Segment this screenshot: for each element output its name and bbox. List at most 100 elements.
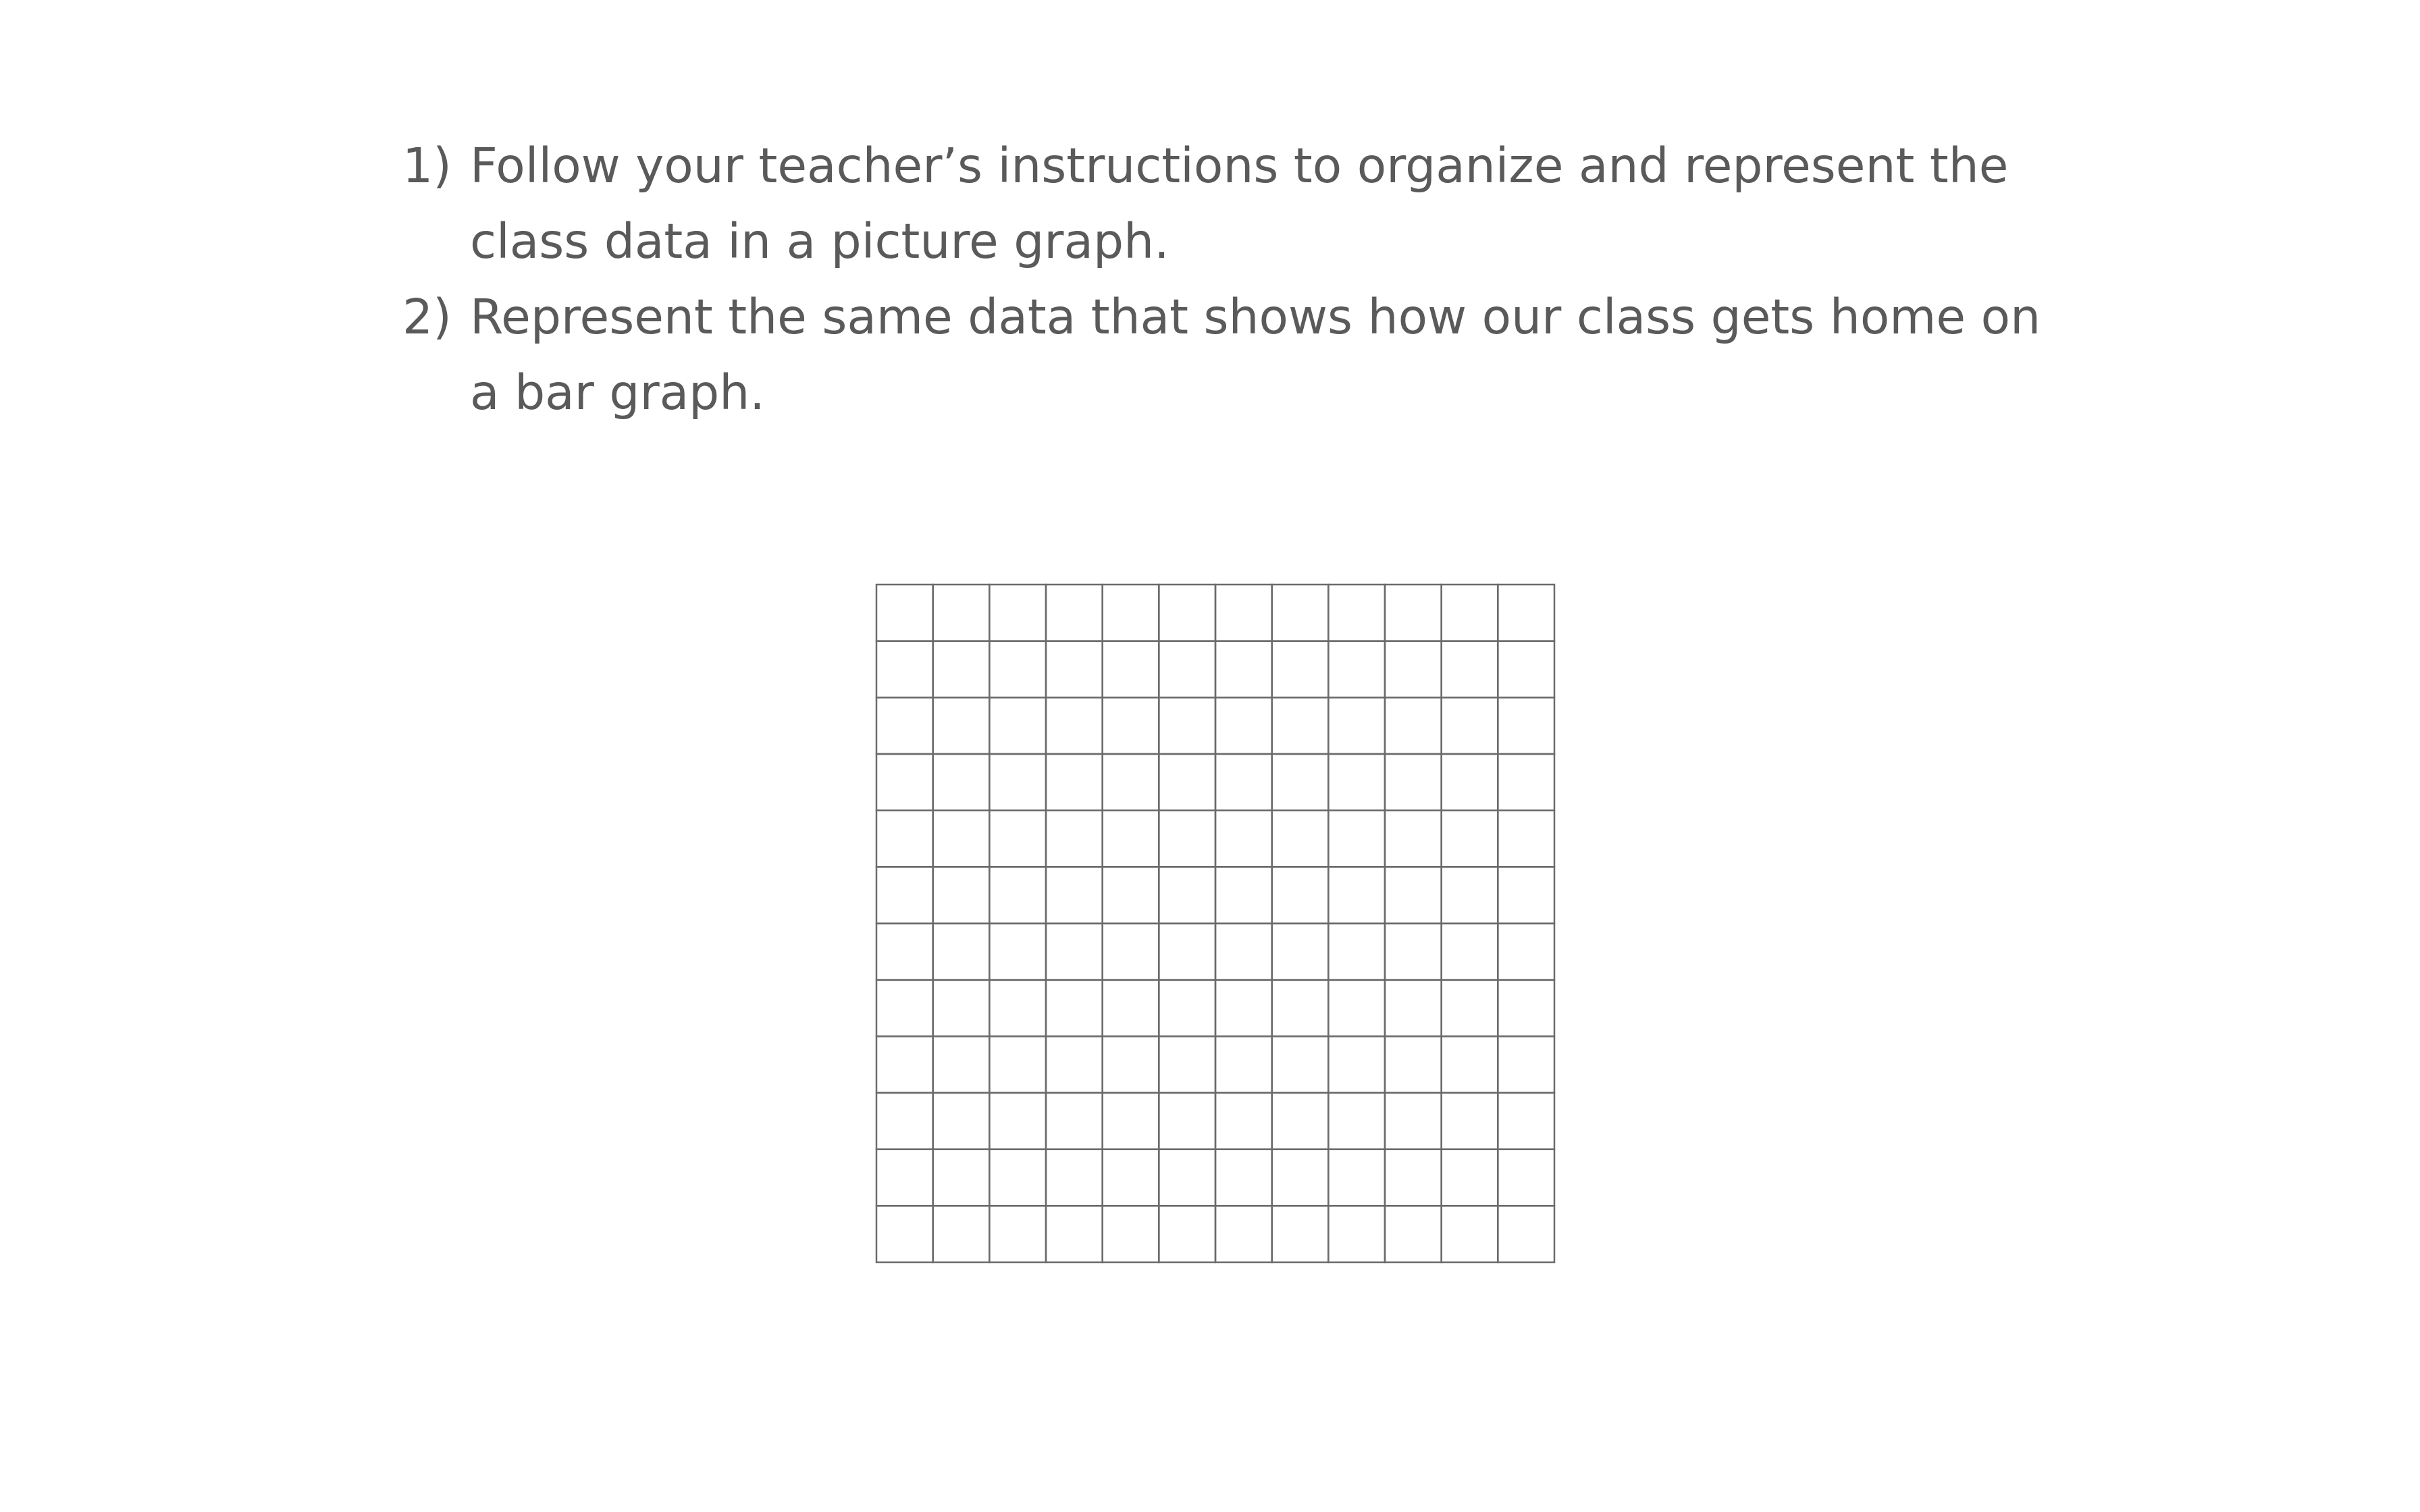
grid-cell: [1101, 1205, 1160, 1264]
grid-cell: [1214, 1205, 1273, 1264]
grid-cell: [1214, 697, 1273, 755]
grid-cell: [989, 1091, 1047, 1150]
grid-cell: [932, 979, 991, 1037]
grid-cell: [932, 753, 991, 811]
grid-cell: [1158, 1148, 1217, 1207]
grid-cell: [1327, 1205, 1386, 1264]
instruction-line: class data in a picture graph.: [470, 213, 1169, 269]
grid-cell: [932, 1205, 991, 1264]
grid-cell: [989, 1205, 1047, 1264]
grid-cell: [1497, 1205, 1556, 1264]
grid-cell: [932, 1035, 991, 1094]
grid-cell: [1214, 979, 1273, 1037]
grid-cell: [989, 979, 1047, 1037]
grid-cell: [1214, 640, 1273, 699]
grid-cell: [1158, 583, 1217, 642]
grid-cell: [1327, 809, 1386, 868]
blank-graph-grid: [875, 583, 1556, 1264]
grid-cell: [1384, 979, 1442, 1037]
grid-cell: [1497, 583, 1556, 642]
grid-cell: [989, 866, 1047, 925]
grid-cell: [1045, 866, 1103, 925]
grid-cell: [1384, 1035, 1442, 1094]
grid-cell: [1384, 809, 1442, 868]
grid-cell: [1384, 1205, 1442, 1264]
grid-cell: [1158, 922, 1217, 981]
grid-cell: [1101, 583, 1160, 642]
grid-cell: [989, 1148, 1047, 1207]
grid-cell: [1045, 640, 1103, 699]
grid-cell: [1327, 922, 1386, 981]
grid-cell: [1271, 809, 1330, 868]
grid-cell: [1271, 1148, 1330, 1207]
grid-cell: [875, 753, 934, 811]
grid-cell: [1045, 979, 1103, 1037]
grid-cell: [1440, 1035, 1499, 1094]
grid-cell: [1101, 866, 1160, 925]
grid-cell: [932, 1091, 991, 1150]
grid-cell: [1384, 1148, 1442, 1207]
grid-cell: [1158, 1035, 1217, 1094]
instruction-line: Follow your teacher’s instructions to or…: [470, 138, 2009, 194]
grid-svg: [875, 583, 1556, 1264]
worksheet-page: 1) Follow your teacher’s instructions to…: [0, 0, 2420, 1512]
grid-cell: [1271, 866, 1330, 925]
grid-cell: [1101, 697, 1160, 755]
grid-cell: [1214, 922, 1273, 981]
grid-cell: [1440, 1148, 1499, 1207]
grid-cell: [1158, 979, 1217, 1037]
grid-cell: [1440, 640, 1499, 699]
grid-cell: [1045, 809, 1103, 868]
grid-cell: [875, 1091, 934, 1150]
grid-cell: [1327, 1148, 1386, 1207]
grid-cell: [932, 640, 991, 699]
grid-cell: [1045, 583, 1103, 642]
grid-cell: [1384, 583, 1442, 642]
grid-cell: [1045, 753, 1103, 811]
grid-cell: [1101, 1035, 1160, 1094]
grid-cell: [1327, 583, 1386, 642]
grid-cell: [1101, 1148, 1160, 1207]
grid-cell: [1271, 1205, 1330, 1264]
instruction-item-2: 2) Represent the same data that shows ho…: [402, 279, 2090, 431]
grid-cell: [875, 583, 934, 642]
grid-cell: [1497, 640, 1556, 699]
grid-cell: [1045, 1205, 1103, 1264]
grid-cell: [1497, 866, 1556, 925]
grid-cell: [1440, 753, 1499, 811]
grid-cell: [875, 1148, 934, 1207]
grid-cell: [1271, 640, 1330, 699]
grid-cell: [1101, 1091, 1160, 1150]
grid-cell: [1045, 697, 1103, 755]
grid-cell: [1101, 640, 1160, 699]
grid-cell: [1158, 1205, 1217, 1264]
grid-cell: [1214, 809, 1273, 868]
grid-cell: [932, 922, 991, 981]
grid-cell: [1327, 866, 1386, 925]
grid-cell: [1384, 866, 1442, 925]
grid-cell: [1497, 809, 1556, 868]
grid-cell: [989, 753, 1047, 811]
grid-cell: [1214, 1091, 1273, 1150]
grid-cell: [1327, 640, 1386, 699]
grid-cell: [1440, 809, 1499, 868]
grid-cell: [1101, 753, 1160, 811]
grid-cell: [1271, 1035, 1330, 1094]
grid-cell: [1271, 753, 1330, 811]
grid-cell: [1045, 922, 1103, 981]
grid-cell: [875, 866, 934, 925]
grid-cell: [1497, 753, 1556, 811]
instruction-item-1: 1) Follow your teacher’s instructions to…: [402, 128, 2090, 279]
grid-cell: [1214, 583, 1273, 642]
grid-cell: [989, 697, 1047, 755]
grid-cell: [1271, 979, 1330, 1037]
grid-cell: [1440, 1091, 1499, 1150]
grid-cell: [875, 979, 934, 1037]
grid-cell: [1497, 979, 1556, 1037]
grid-cell: [1440, 583, 1499, 642]
grid-cell: [1497, 697, 1556, 755]
instructions-list: 1) Follow your teacher’s instructions to…: [402, 128, 2090, 431]
grid-cell: [875, 640, 934, 699]
grid-cell: [1384, 1091, 1442, 1150]
grid-cell: [1440, 866, 1499, 925]
